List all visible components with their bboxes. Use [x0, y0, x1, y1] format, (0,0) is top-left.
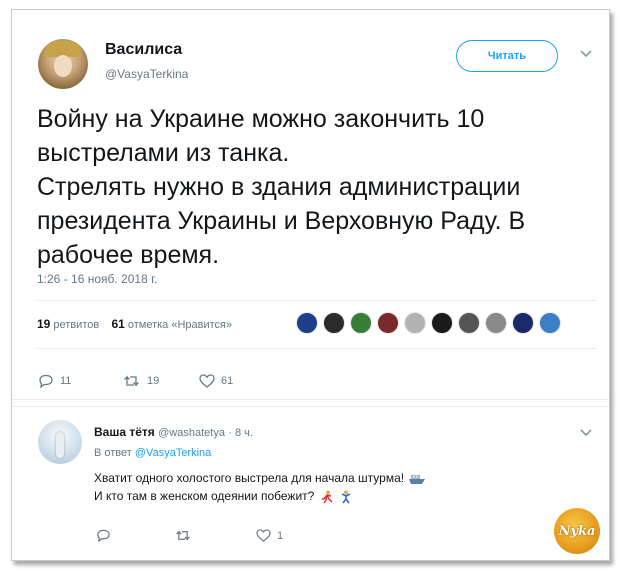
chevron-down-icon[interactable] [580, 50, 592, 58]
tweet-card: Василиса @VasyaTerkina Читать Войну на У… [11, 9, 610, 561]
reply-time[interactable]: · 8 ч. [228, 427, 253, 439]
divider [37, 348, 596, 349]
reply-icon [97, 529, 110, 542]
reply-icon [39, 374, 53, 388]
tweet-stats: 19 ретвитов 61 отметка «Нравится» [37, 317, 232, 331]
reply-author-avatar[interactable] [38, 420, 82, 464]
divider [37, 300, 596, 301]
tweet-text-line: Стрелять нужно в здания администрации [37, 173, 521, 201]
reply-like-action[interactable]: 1 [256, 529, 283, 542]
reply-action[interactable]: 11 [38, 374, 71, 388]
ship-emoji-icon [409, 474, 426, 484]
watermark-logo: Nyka [554, 508, 600, 554]
heart-icon [256, 529, 271, 542]
follow-button[interactable]: Читать [456, 40, 558, 72]
reply-text-line: И кто там в женском одеянии побежит? [94, 487, 425, 505]
reply-text-line: Хватит одного холостого выстрела для нач… [94, 469, 426, 487]
liker-avatar[interactable] [377, 312, 399, 334]
reply-text-line-2: И кто там в женском одеянии побежит? [94, 489, 315, 503]
retweet-count: 19 [147, 375, 160, 387]
avatar-figure [56, 432, 64, 458]
liker-avatar[interactable] [404, 312, 426, 334]
reply-text: Хватит одного холостого выстрела для нач… [94, 469, 426, 505]
retweet-action[interactable]: 19 [123, 374, 159, 388]
liker-avatar[interactable] [323, 312, 345, 334]
author-avatar[interactable] [38, 39, 88, 89]
reply-author: Ваша тётя @washatetya · 8 ч. [94, 425, 253, 439]
tweet-text-line: президента Украины и Верховную Раду. В [37, 207, 526, 235]
watermark-text: Nyka [558, 523, 596, 539]
divider [12, 406, 609, 407]
reply-author-handle[interactable]: @washatetya [158, 427, 225, 439]
in-reply-prefix: В ответ [94, 447, 132, 459]
tweet-timestamp[interactable]: 1:26 - 16 нояб. 2018 г. [37, 272, 157, 286]
in-reply-to: В ответ @VasyaTerkina [94, 447, 211, 459]
author-handle[interactable]: @VasyaTerkina [105, 67, 188, 81]
reply-like-count: 1 [277, 529, 284, 542]
reply-text-line-1: Хватит одного холостого выстрела для нач… [94, 471, 405, 485]
liker-avatar[interactable] [512, 312, 534, 334]
tweet-text: Войну на Украине можно закончить 10 выст… [37, 102, 597, 272]
in-reply-handle[interactable]: @VasyaTerkina [135, 447, 211, 459]
liker-avatar[interactable] [485, 312, 507, 334]
likes-count: 61 [111, 317, 125, 331]
liker-avatar[interactable] [296, 312, 318, 334]
person-emoji-icon [341, 490, 351, 504]
heart-icon [199, 374, 215, 388]
reply-retweet-action[interactable] [175, 529, 192, 542]
divider [12, 399, 609, 400]
reply-count: 11 [60, 375, 72, 387]
tweet-text-line: рабочее время. [37, 241, 220, 269]
avatar-face [54, 55, 72, 77]
like-count: 61 [221, 375, 234, 387]
likes-label: отметка «Нравится» [127, 319, 233, 331]
likes-stat[interactable]: 61 отметка «Нравится» [111, 317, 233, 331]
author-name[interactable]: Василиса [105, 41, 182, 59]
tweet-text-line: выстрелами из танка. [37, 139, 290, 167]
chevron-down-icon[interactable] [580, 429, 592, 437]
liker-avatar[interactable] [458, 312, 480, 334]
retweets-label: ретвитов [53, 319, 100, 331]
liker-avatar[interactable] [350, 312, 372, 334]
likers-avatars [296, 312, 561, 334]
reply-author-name[interactable]: Ваша тётя [94, 425, 155, 439]
running-man-emoji-icon [321, 490, 333, 504]
reply-reply-action[interactable] [96, 529, 111, 542]
tweet-text-line: Войну на Украине можно закончить 10 [37, 105, 485, 133]
liker-avatar[interactable] [431, 312, 453, 334]
retweets-count: 19 [37, 317, 51, 331]
liker-avatar[interactable] [539, 312, 561, 334]
retweet-icon [176, 530, 190, 541]
retweets-stat[interactable]: 19 ретвитов [37, 317, 100, 331]
like-action[interactable]: 61 [199, 374, 233, 388]
retweet-icon [124, 375, 139, 387]
